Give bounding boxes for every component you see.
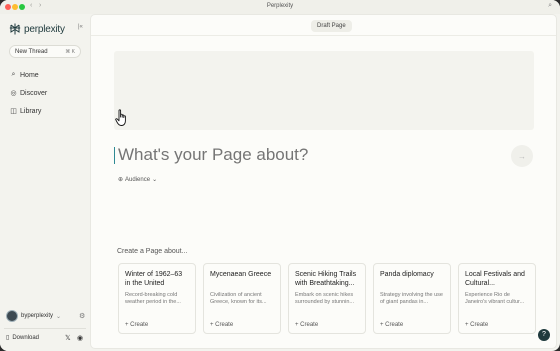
card-create-label: Create bbox=[300, 322, 319, 328]
search-icon: ⌕ bbox=[11, 71, 16, 78]
card-create-button[interactable]: + Create bbox=[380, 322, 403, 328]
gear-icon[interactable]: ⚙ bbox=[79, 312, 85, 320]
brand-name: perplexity bbox=[24, 23, 65, 35]
card-description: Experience Rio de Janeiro's vibrant cult… bbox=[465, 292, 525, 305]
suggestion-card[interactable]: Mycenaean Greece Civilization of ancient… bbox=[203, 263, 281, 334]
card-create-label: Create bbox=[130, 322, 149, 328]
page-topic-input[interactable] bbox=[118, 145, 418, 165]
sidebar: perplexity |« New Thread ⌘ K ⌕ Home ◎ Di… bbox=[0, 14, 89, 351]
create-about-heading: Create a Page about... bbox=[117, 248, 188, 255]
card-description: Strategy involving the use of giant pand… bbox=[380, 292, 443, 305]
card-description: Embark on scenic hikes surrounded by stu… bbox=[295, 292, 355, 305]
new-thread-button[interactable]: New Thread ⌘ K bbox=[9, 45, 81, 58]
sidebar-item-label: Discover bbox=[20, 89, 48, 97]
card-description: Civilization of ancient Greece, known fo… bbox=[210, 292, 267, 305]
brand-logo[interactable]: perplexity bbox=[9, 22, 65, 36]
perplexity-logo-icon bbox=[9, 23, 21, 35]
card-description: Record-breaking cold weather period in t… bbox=[125, 292, 181, 305]
app-window: ‹ › Perplexity ⌕ perplexity |« New Threa… bbox=[0, 0, 560, 351]
library-icon: ◫ bbox=[10, 108, 17, 115]
audience-label: Audience bbox=[125, 176, 151, 183]
card-create-button[interactable]: + Create bbox=[210, 322, 233, 328]
card-create-button[interactable]: + Create bbox=[125, 322, 148, 328]
new-thread-shortcut: ⌘ K bbox=[65, 48, 75, 55]
new-thread-label: New Thread bbox=[15, 48, 48, 55]
sidebar-item-label: Home bbox=[20, 71, 39, 79]
card-create-label: Create bbox=[385, 322, 404, 328]
suggestion-card[interactable]: Local Festivals and Cultural... Experien… bbox=[458, 263, 536, 334]
title-bar: ‹ › Perplexity ⌕ bbox=[0, 0, 560, 14]
submit-button[interactable]: → bbox=[511, 145, 533, 167]
card-title: Scenic Hiking Trails with Breathtaking..… bbox=[295, 271, 357, 287]
hand-cursor-icon bbox=[115, 109, 126, 126]
suggestion-card[interactable]: Scenic Hiking Trails with Breathtaking..… bbox=[288, 263, 366, 334]
sidebar-item-library[interactable]: ◫ Library bbox=[10, 107, 42, 116]
avatar bbox=[6, 310, 18, 322]
download-icon: ▯ bbox=[6, 335, 10, 341]
text-caret bbox=[114, 147, 115, 164]
search-icon[interactable]: ⌕ bbox=[548, 2, 552, 10]
chevron-down-icon: ⌄ bbox=[152, 177, 158, 183]
sidebar-divider bbox=[4, 328, 86, 329]
draft-page-tab[interactable]: Draft Page bbox=[311, 20, 352, 32]
x-twitter-icon[interactable]: 𝕏 bbox=[65, 334, 71, 342]
card-title: Winter of 1962–63 in the United Kingdom bbox=[125, 271, 183, 287]
cover-image-area[interactable] bbox=[114, 51, 534, 130]
download-label: Download bbox=[12, 334, 39, 341]
card-title: Local Festivals and Cultural... bbox=[465, 271, 525, 287]
account-menu[interactable]: byperplexity ⌄ bbox=[6, 310, 61, 322]
card-title: Mycenaean Greece bbox=[210, 271, 272, 278]
help-button[interactable]: ? bbox=[538, 329, 550, 341]
chevron-down-icon: ⌄ bbox=[56, 313, 62, 320]
card-create-button[interactable]: + Create bbox=[295, 322, 318, 328]
suggestion-card[interactable]: Winter of 1962–63 in the United Kingdom … bbox=[118, 263, 196, 334]
card-create-label: Create bbox=[215, 322, 234, 328]
page-header: Draft Page bbox=[91, 15, 556, 36]
card-create-button[interactable]: + Create bbox=[465, 322, 488, 328]
audience-selector[interactable]: ⊕ Audience ⌄ bbox=[118, 176, 158, 184]
discord-icon[interactable]: ◉ bbox=[77, 334, 83, 342]
collapse-sidebar-icon[interactable]: |« bbox=[78, 24, 83, 30]
account-name: byperplexity bbox=[21, 313, 54, 319]
main-panel: Draft Page → ⊕ Audience ⌄ Create a Page … bbox=[90, 14, 557, 349]
globe-icon: ⊕ bbox=[118, 177, 124, 183]
download-link[interactable]: ▯ Download bbox=[6, 334, 39, 342]
sidebar-item-discover[interactable]: ◎ Discover bbox=[10, 89, 48, 98]
sidebar-item-home[interactable]: ⌕ Home bbox=[10, 71, 39, 79]
suggestion-card[interactable]: Panda diplomacy Strategy involving the u… bbox=[373, 263, 451, 334]
sidebar-item-label: Library bbox=[20, 107, 42, 115]
window-title: Perplexity bbox=[266, 3, 294, 9]
compass-icon: ◎ bbox=[10, 90, 17, 97]
arrow-right-icon: → bbox=[518, 151, 526, 161]
card-title: Panda diplomacy bbox=[380, 271, 434, 278]
card-create-label: Create bbox=[470, 322, 489, 328]
